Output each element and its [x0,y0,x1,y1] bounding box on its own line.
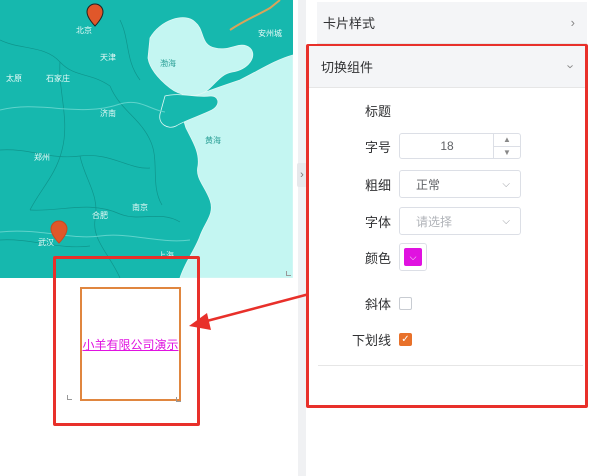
card-resize-handle[interactable] [176,397,181,402]
form-row-title: 标题 [307,101,399,120]
color-swatch-icon: ⌵ [404,248,422,266]
panel-divider [318,365,583,366]
decrement-icon[interactable]: ▼ [494,147,520,159]
card-resize-handle[interactable] [67,395,72,400]
underline-checkbox[interactable]: ✓ [399,333,412,346]
yangtze-river [0,230,191,242]
chevron-right-icon: › [570,15,575,30]
map-view[interactable]: 北京 天津 太原 石家庄 济南 郑州 合肥 南京 武汉 上海 渤海 黄海 安州城 [0,0,293,278]
map-label-tianjin: 天津 [100,53,116,62]
map-label-jinan: 济南 [100,109,116,118]
map-label-anqingcheng: 安州城 [258,29,282,38]
map-pin-icon[interactable] [50,220,68,244]
italic-checkbox[interactable] [399,297,412,310]
map-label-nanjing: 南京 [132,203,148,212]
card-text: 小羊有限公司演示 [82,337,179,352]
section-card-style[interactable]: 卡片样式 › [317,2,587,44]
map-label-bohai: 渤海 [160,59,176,68]
select-placeholder: 请选择 [416,214,453,229]
font-weight-select[interactable]: 正常 ⌵ [399,170,521,198]
map-label-hefei: 合肥 [92,211,108,220]
map-label-zhengzhou: 郑州 [34,153,50,162]
text-card-preview[interactable]: 小羊有限公司演示 [80,287,181,401]
form-label: 标题 [364,104,391,119]
great-wall [229,0,281,31]
section-title: 卡片样式 [323,16,376,31]
section-title: 切换组件 [321,60,374,75]
form-label: 颜色 [364,250,391,266]
form-row-color: 颜色 ⌵ [307,243,427,271]
form-row-underline: 下划线 ✓ [307,330,412,349]
map-label-huanghai: 黄海 [205,136,221,145]
form-row-italic: 斜体 [307,294,412,313]
form-row-font-size: 字号 18 ▲ ▼ [307,133,521,159]
form-label: 字号 [364,139,391,155]
chevron-down-icon: ⌵ [502,178,510,190]
map-label-shijiazhuang: 石家庄 [46,74,70,83]
form-row-weight: 粗细 正常 ⌵ [307,170,521,198]
color-picker[interactable]: ⌵ [399,243,427,271]
chevron-down-icon: ⌵ [502,215,510,227]
font-size-stepper[interactable]: 18 ▲ ▼ [399,133,521,159]
form-label: 粗细 [364,177,391,193]
font-family-select[interactable]: 请选择 ⌵ [399,207,521,235]
map-pin-icon[interactable] [86,3,104,27]
select-value: 正常 [416,177,441,192]
panel-divider-strip [298,0,306,476]
map-resize-handle[interactable] [286,271,291,276]
form-label: 字体 [364,214,391,230]
map-label-taiyuan: 太原 [6,74,22,83]
form-row-font: 字体 请选择 ⌵ [307,207,521,235]
yellow-river [0,101,166,113]
section-switch-component[interactable]: 切换组件 › [309,46,585,88]
annotation-arrow-icon [189,291,314,330]
chevron-down-icon: › [563,64,579,69]
form-label: 斜体 [364,297,391,312]
increment-icon[interactable]: ▲ [494,134,520,147]
form-label: 下划线 [351,333,391,348]
